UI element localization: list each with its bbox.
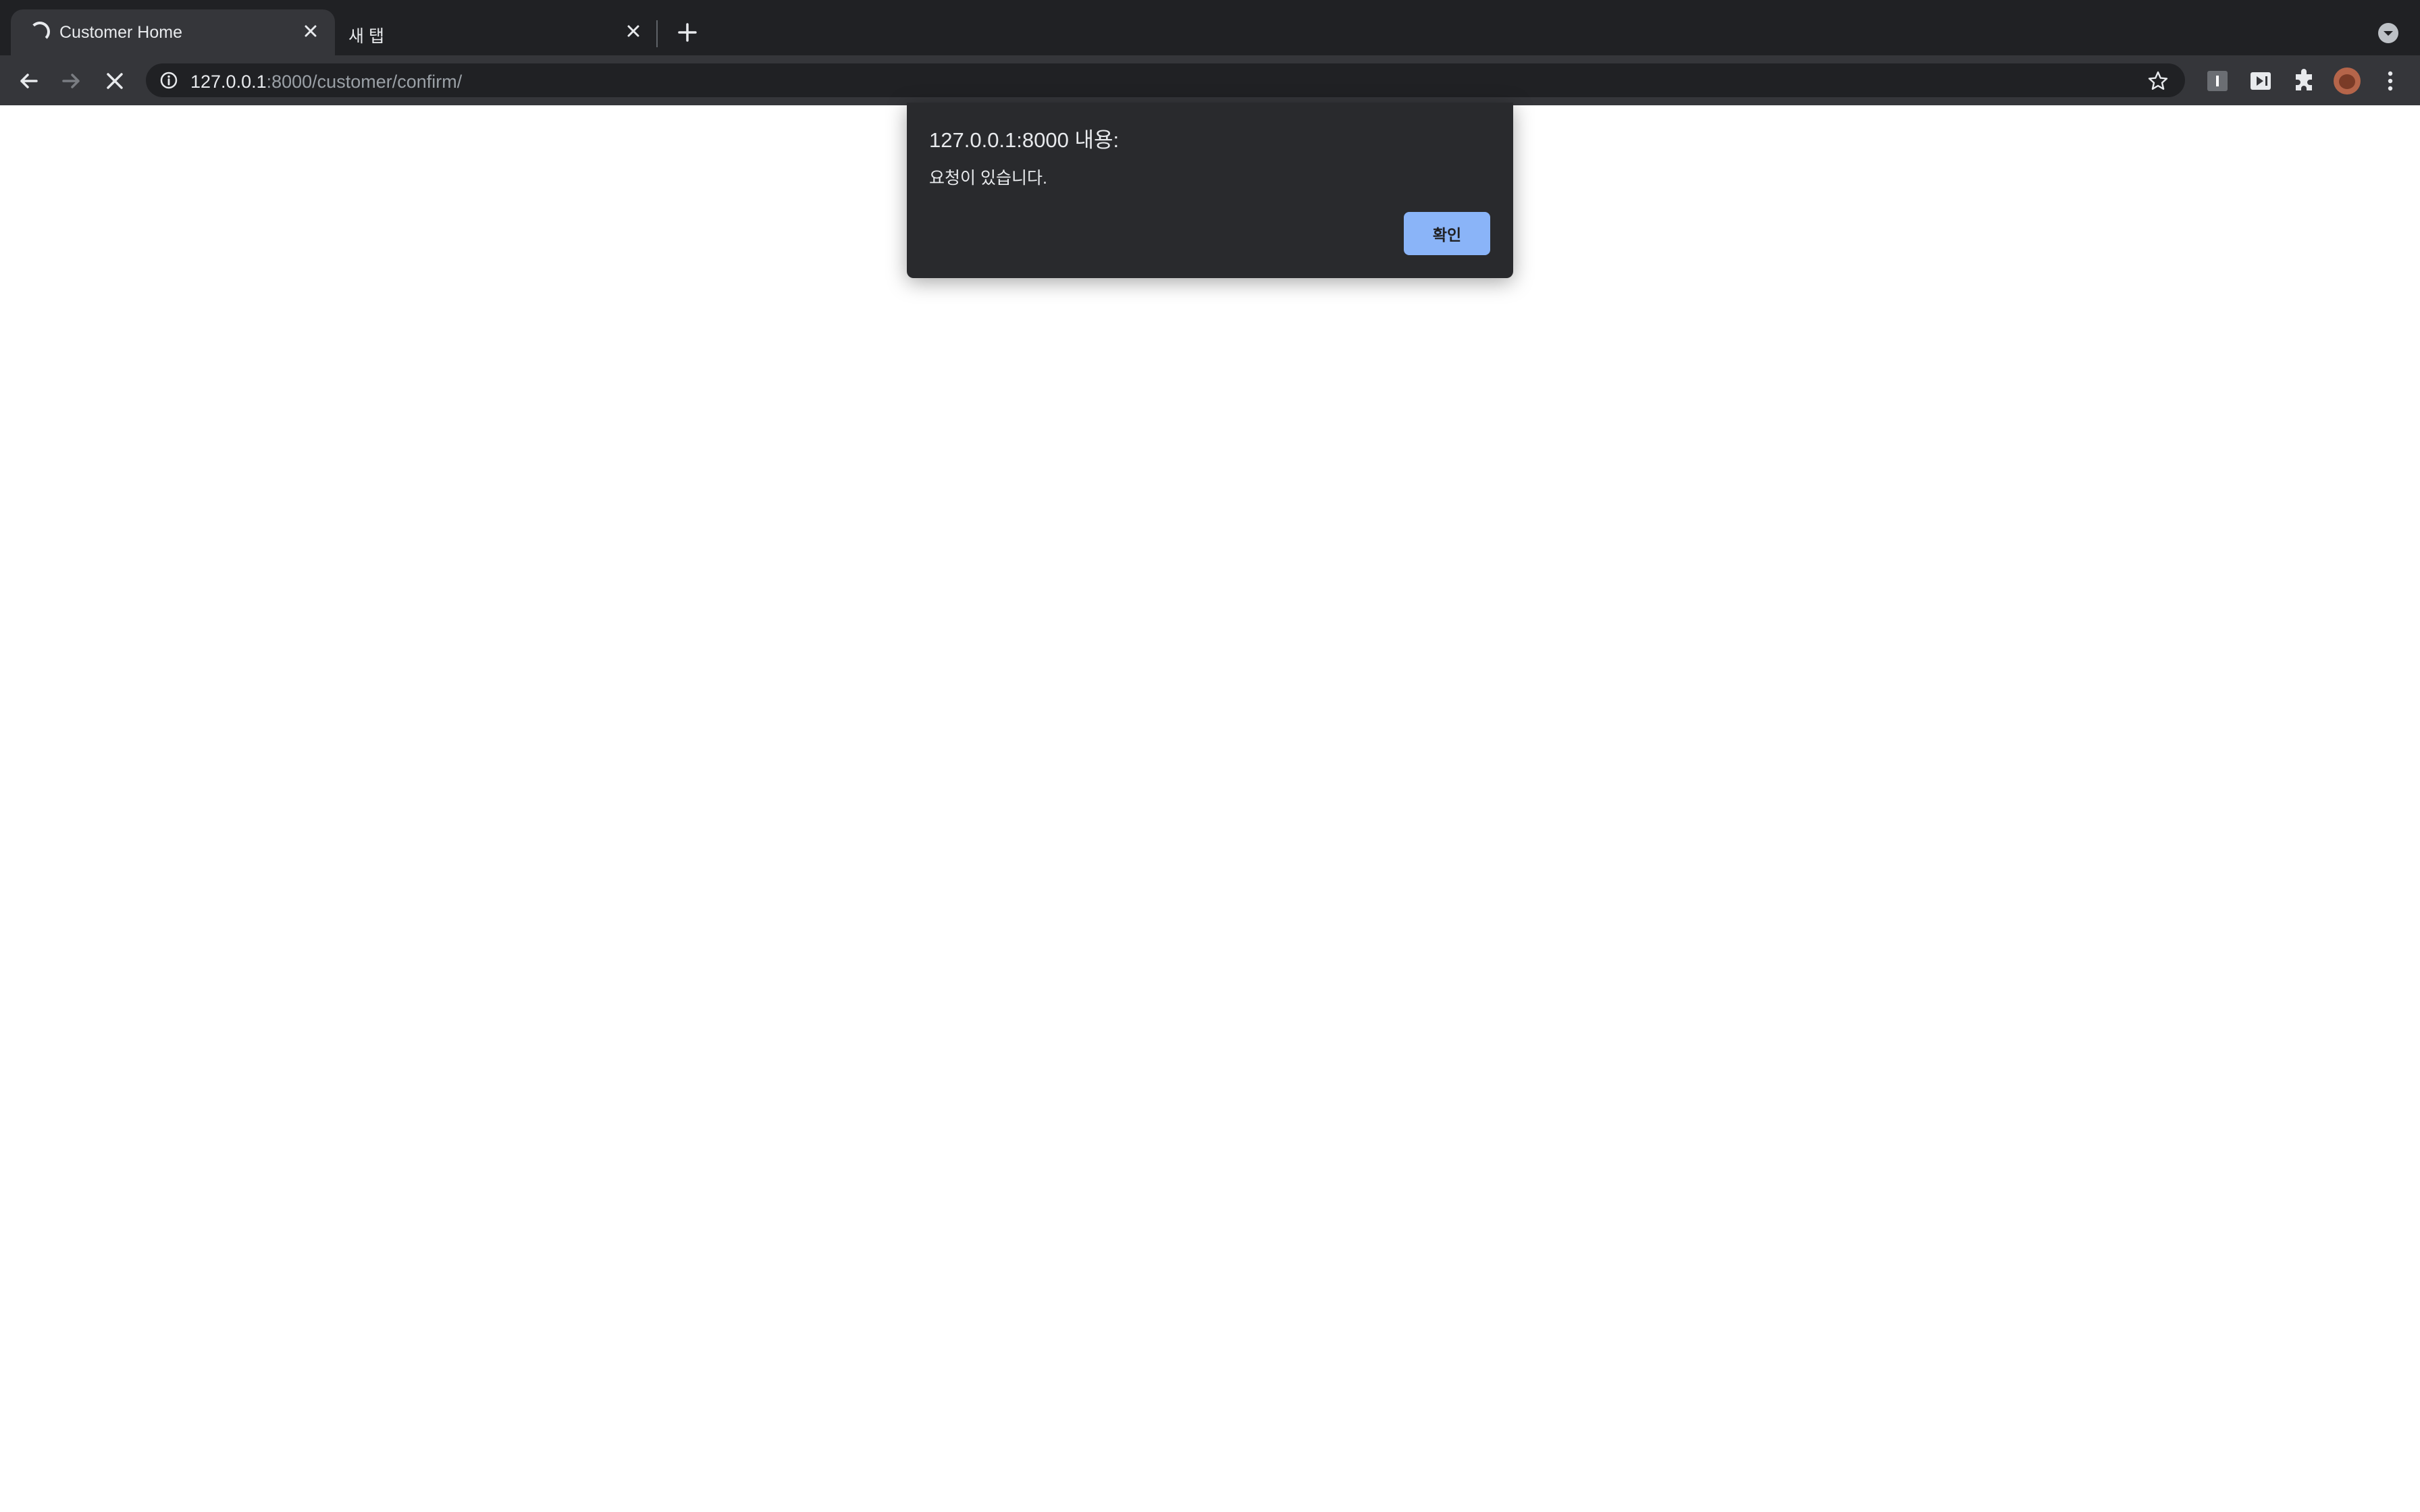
url-host: 127.0.0.1 [190, 72, 267, 92]
page-content [0, 105, 2420, 1512]
bookmark-star-icon[interactable] [2147, 70, 2169, 92]
avatar-face [2339, 74, 2355, 89]
profile-avatar[interactable] [2334, 68, 2361, 94]
tab-customer-home[interactable]: Customer Home [11, 9, 335, 55]
new-tab-plus-icon[interactable] [674, 19, 701, 46]
close-icon[interactable] [621, 19, 646, 43]
tab-separator [656, 20, 658, 47]
tab-title: 새 탭 [348, 27, 384, 46]
url-path: :8000/customer/confirm/ [266, 72, 463, 92]
ok-button[interactable]: 확인 [1404, 212, 1490, 255]
more-menu-icon[interactable] [2377, 68, 2404, 94]
browser-toolbar: 127.0.0.1:8000/customer/confirm/ [0, 55, 2420, 105]
extension-icon[interactable] [2205, 69, 2230, 93]
url-text[interactable]: 127.0.0.1:8000/customer/confirm/ [190, 72, 462, 92]
close-icon[interactable] [298, 19, 323, 43]
back-arrow-icon[interactable] [14, 66, 43, 96]
tab-search-chevron-icon[interactable] [2377, 22, 2400, 45]
tab-title: Customer Home [59, 23, 182, 42]
tab-strip: Customer Home 새 탭 [0, 0, 2420, 55]
browser-window: Customer Home 새 탭 127.0.0.1:8000/custome… [0, 0, 2420, 1512]
alert-dialog: 127.0.0.1:8000 내용: 요청이 있습니다. 확인 [907, 103, 1513, 278]
puzzle-icon[interactable] [2292, 69, 2316, 93]
dialog-title: 127.0.0.1:8000 내용: [929, 128, 1120, 152]
tab-new-tab[interactable]: 새 탭 [335, 9, 658, 55]
dialog-message: 요청이 있습니다. [929, 169, 1047, 188]
forward-arrow-icon[interactable] [57, 66, 86, 96]
address-bar[interactable]: 127.0.0.1:8000/customer/confirm/ [146, 63, 2185, 97]
stop-loading-icon[interactable] [100, 66, 130, 96]
media-extension-icon[interactable] [2248, 69, 2273, 93]
site-info-icon[interactable] [159, 71, 178, 90]
loading-spinner-icon [30, 22, 50, 42]
